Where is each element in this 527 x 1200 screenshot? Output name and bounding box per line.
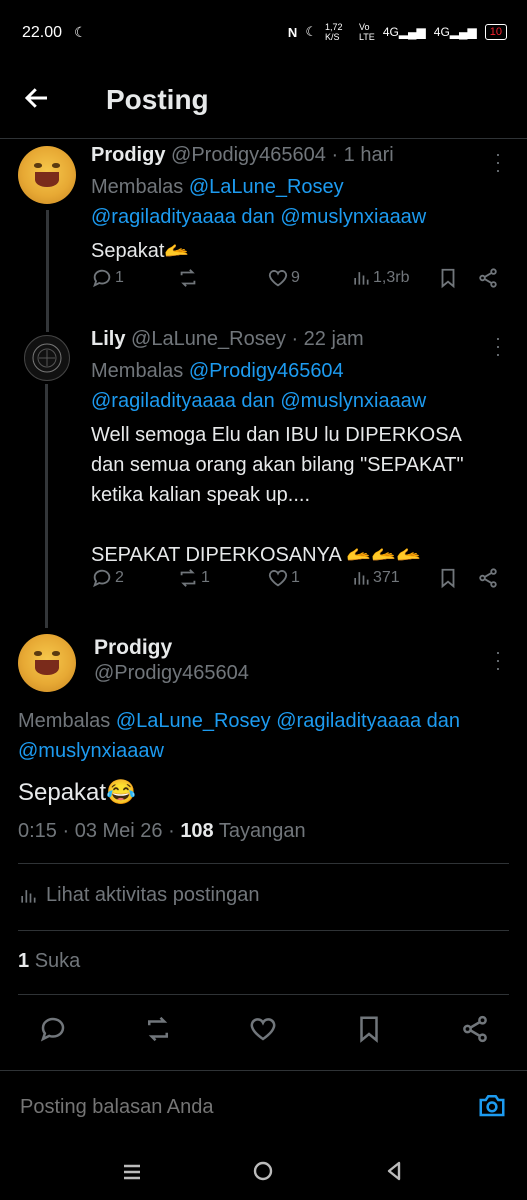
avatar-prodigy[interactable] (18, 146, 76, 204)
share-button[interactable] (477, 567, 499, 589)
share-icon (479, 568, 497, 588)
post-time: · 1 hari (331, 144, 394, 166)
reply-icon (93, 269, 111, 288)
status-time: 22.00 (22, 24, 63, 41)
bookmark-icon (441, 268, 455, 289)
share-icon (479, 268, 497, 288)
post-timestamp: 0:15 · 03 Mei 26 · (18, 820, 175, 842)
views-label: Tayangan (218, 820, 306, 842)
author-name[interactable]: Prodigy (94, 636, 172, 660)
signal-icon: 4G▂▄▆ (382, 25, 426, 39)
bookmark-button[interactable] (437, 267, 459, 289)
mention[interactable]: @muslynxiaaaw (280, 390, 426, 412)
like-button[interactable] (248, 1014, 278, 1049)
author-name[interactable]: Prodigy (91, 144, 165, 166)
reply2-header: Lily @LaLune_Rosey · 22 jam (91, 328, 364, 351)
avatar-lily[interactable] (24, 335, 70, 381)
retweet-icon (148, 1016, 168, 1042)
more-options-icon[interactable]: · · · (490, 329, 506, 363)
divider (18, 930, 509, 931)
analytics-icon (21, 889, 36, 903)
reply2-replying-to: Membalas @Prodigy465604 @ragiladityaaaa … (91, 360, 427, 412)
views-button[interactable]: 1,3rb (351, 268, 409, 288)
page-title: Posting (106, 84, 209, 115)
author-name[interactable]: Lily (91, 328, 125, 350)
analytics-icon (354, 572, 369, 585)
share-icon (463, 1015, 487, 1043)
reply-icon (40, 1017, 65, 1042)
reply-button[interactable]: 1 (91, 267, 124, 289)
reply-icon (93, 569, 111, 588)
thread-line (46, 210, 49, 332)
reply1-replying-to: Membalas @LaLune_Rosey @ragiladityaaaa d… (91, 176, 427, 228)
battery-indicator: 10 (484, 24, 507, 40)
dnd-moon-icon: ☾ (305, 24, 317, 39)
mention[interactable]: @LaLune_Rosey (116, 710, 271, 732)
avatar-prodigy[interactable] (18, 634, 76, 692)
reply1-header: Prodigy @Prodigy465604 · 1 hari (91, 144, 394, 167)
home-icon[interactable] (251, 1159, 275, 1188)
author-handle[interactable]: @Prodigy465604 (94, 662, 249, 685)
views-count: 108 (180, 820, 214, 842)
post-time: · 22 jam (291, 328, 364, 350)
retweet-button[interactable]: 1 (177, 567, 210, 589)
like-button[interactable]: 9 (267, 267, 300, 289)
nfc-icon: N (287, 24, 298, 40)
heart-icon (268, 570, 288, 587)
main-replying-to: Membalas @LaLune_Rosey @ragiladityaaaa d… (18, 710, 461, 762)
reply-input[interactable] (18, 1090, 442, 1124)
volte-icon: Vo LTE (358, 22, 375, 42)
author-handle[interactable]: @Prodigy465604 (171, 144, 326, 166)
retweet-button[interactable] (177, 267, 201, 289)
divider (0, 1070, 527, 1071)
share-button[interactable] (460, 1014, 490, 1049)
mention[interactable]: @muslynxiaaaw (280, 206, 426, 228)
bookmark-button[interactable] (354, 1014, 384, 1049)
views-button[interactable]: 371 (351, 568, 400, 588)
signal2-icon: 4G▂▄▆ (433, 25, 477, 39)
reply2-text: Well semoga Elu dan IBU lu DIPERKOSA dan… (91, 424, 464, 566)
heart-icon (268, 270, 288, 287)
retweet-icon (180, 569, 196, 587)
bookmark-icon (441, 568, 455, 589)
bookmark-icon (360, 1016, 378, 1043)
reply-button[interactable] (38, 1014, 68, 1049)
analytics-icon (354, 272, 369, 285)
reply1-text: Sepakat🫴 (91, 240, 190, 262)
mention[interactable]: @ragiladityaaaa (91, 390, 236, 412)
status-bar: 22.00 ☾ N ☾ 1,72 K/S Vo LTE 4G▂▄▆ 4G▂▄▆ 1… (0, 0, 527, 66)
mention[interactable]: @Prodigy465604 (189, 360, 344, 382)
more-options-icon[interactable]: · · · (490, 643, 506, 677)
thread-line (45, 384, 48, 628)
main-meta: 0:15 · 03 Mei 26 · 108 Tayangan (18, 820, 306, 843)
system-nav-bar (0, 1142, 527, 1200)
mention[interactable]: @ragiladityaaaa (276, 710, 421, 732)
bookmark-button[interactable] (437, 567, 459, 589)
share-button[interactable] (477, 267, 499, 289)
like-button[interactable]: 1 (267, 567, 300, 589)
mention[interactable]: @LaLune_Rosey (189, 176, 344, 198)
main-text: Sepakat😂 (18, 779, 136, 806)
post-activity-link[interactable]: Lihat aktivitas postingan (18, 884, 259, 907)
network-speed: 1,72 K/S (324, 22, 343, 42)
camera-icon[interactable] (476, 1090, 508, 1125)
retweet-icon (180, 269, 196, 287)
heart-icon (250, 1018, 276, 1041)
mention[interactable]: @muslynxiaaaw (18, 740, 164, 762)
back-triangle-icon[interactable] (382, 1159, 406, 1188)
mention[interactable]: @ragiladityaaaa (91, 206, 236, 228)
reply-button[interactable]: 2 (91, 567, 124, 589)
recents-icon[interactable] (120, 1160, 144, 1189)
divider (18, 994, 509, 995)
divider (18, 863, 509, 864)
likes-summary[interactable]: 1 Suka (18, 950, 80, 973)
more-options-icon[interactable]: · · · (490, 145, 506, 179)
retweet-button[interactable] (143, 1014, 173, 1049)
author-handle[interactable]: @LaLune_Rosey (131, 328, 286, 350)
back-arrow-icon[interactable] (22, 82, 62, 122)
top-bar: Posting (0, 66, 527, 139)
moon-icon: ☾ (74, 24, 87, 40)
